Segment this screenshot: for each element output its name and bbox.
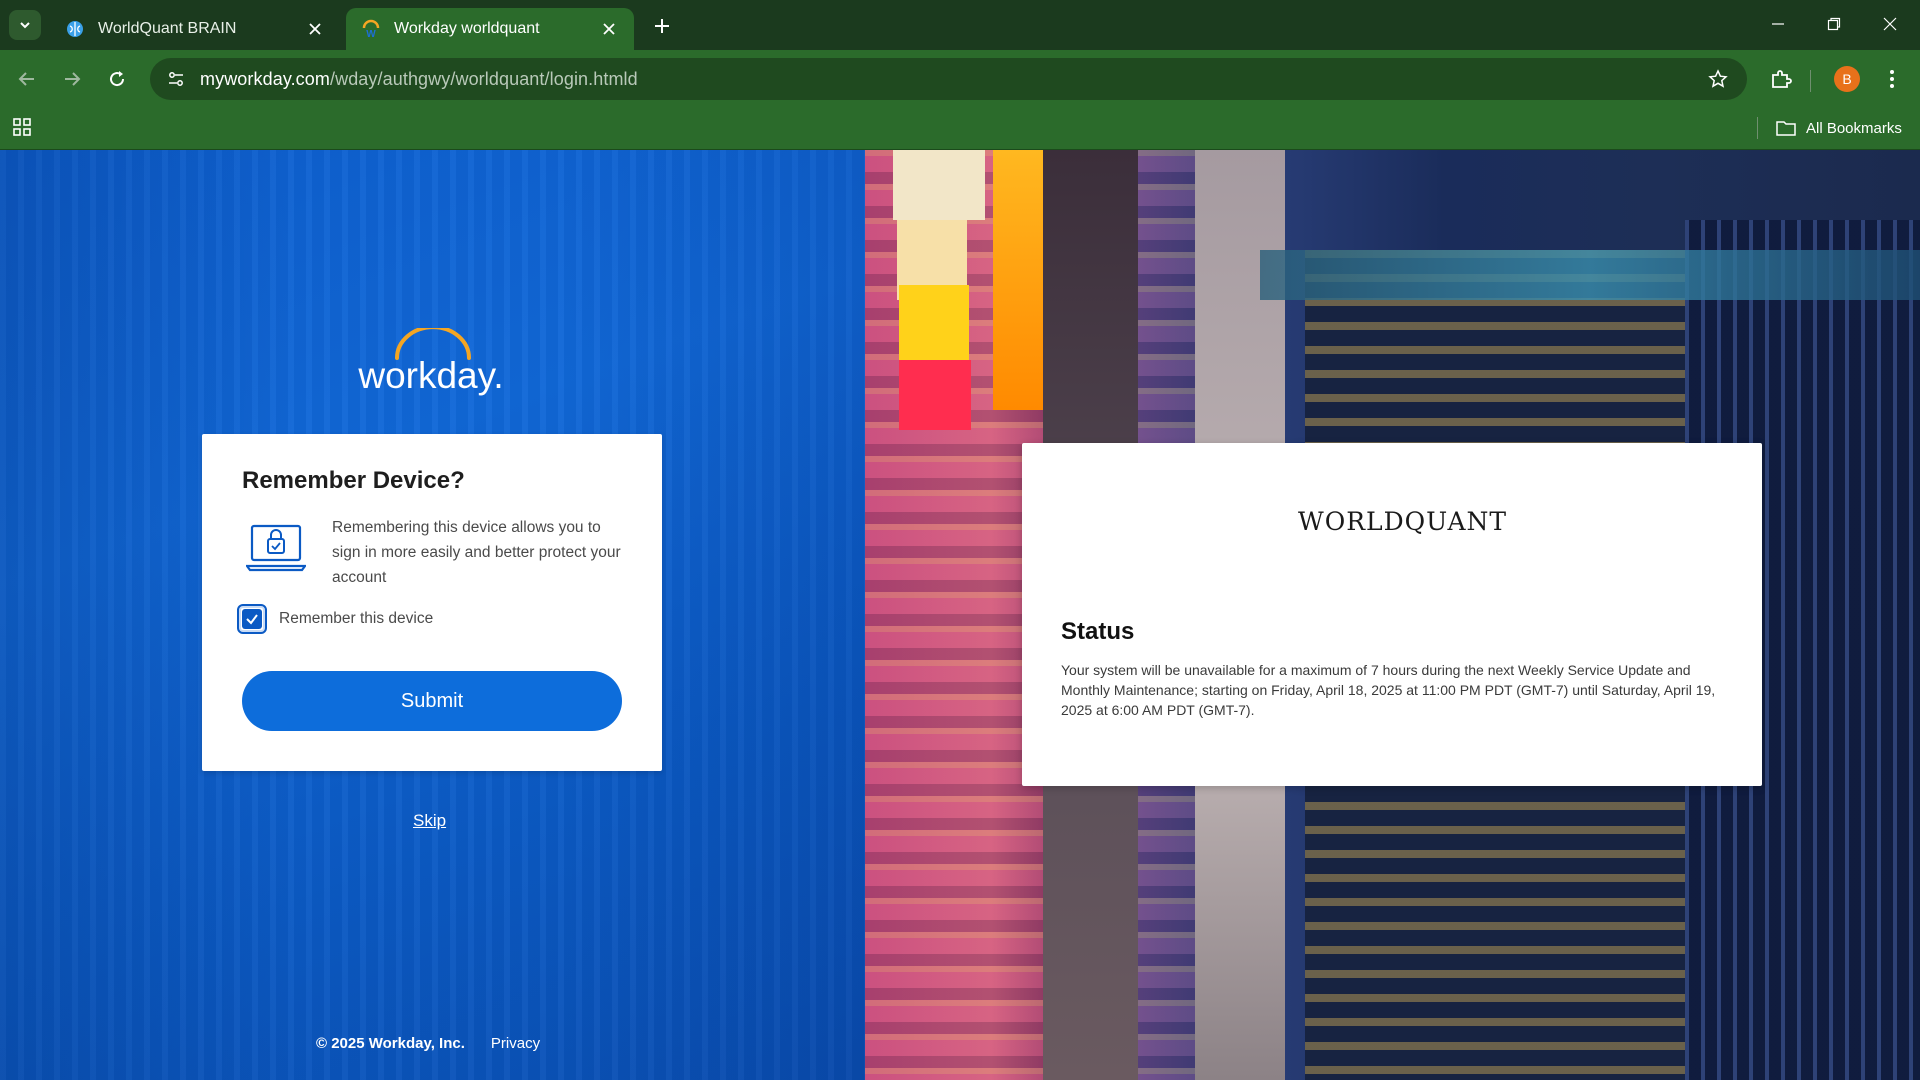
checkbox-checked [242, 609, 262, 629]
remember-device-label[interactable]: Remember this device [279, 610, 433, 628]
workday-icon: W [360, 18, 382, 40]
bookmarks-bar: All Bookmarks [0, 107, 1920, 150]
reload-icon [110, 71, 125, 87]
check-icon [246, 614, 258, 625]
tab-workday-worldquant[interactable]: W Workday worldquant [346, 8, 634, 50]
tab-search-button[interactable] [9, 10, 41, 40]
card-title: Remember Device? [242, 467, 465, 494]
close-icon[interactable] [598, 18, 620, 40]
url-path: /wday/authgwy/worldquant/login.htmld [330, 68, 638, 89]
billboard [899, 360, 971, 430]
workday-login-page: workday. Remember Device? Remembering th… [0, 150, 1920, 1080]
tab-strip: WorldQuant BRAIN W Workday worldquant [0, 0, 1920, 50]
puzzle-icon [1772, 70, 1792, 88]
browser-menu-button[interactable] [1878, 64, 1906, 94]
svg-text:W: W [366, 29, 376, 39]
workday-logo: workday. [357, 328, 504, 396]
privacy-link[interactable]: Privacy [491, 1035, 540, 1052]
profile-avatar[interactable]: B [1834, 66, 1860, 92]
address-bar[interactable]: myworkday.com/wday/authgwy/worldquant/lo… [150, 58, 1747, 100]
tab-title: WorldQuant BRAIN [98, 20, 237, 37]
status-message: Your system will be unavailable for a ma… [1061, 662, 1716, 718]
new-tab-button[interactable] [648, 12, 676, 40]
remember-device-card: Remember Device? Remembering this device… [202, 434, 662, 771]
worldquant-logo: WORLDQUANT [1298, 507, 1508, 536]
laptop-lock-icon [246, 524, 306, 572]
minimize-icon [1772, 23, 1784, 25]
url-text: myworkday.com/wday/authgwy/worldquant/lo… [200, 69, 638, 90]
bookmark-star-icon[interactable] [1703, 64, 1733, 94]
billboard [893, 150, 985, 220]
workday-logo-text: workday. [357, 355, 503, 396]
site-info-icon[interactable] [158, 61, 194, 97]
all-bookmarks-label: All Bookmarks [1806, 119, 1902, 137]
minimize-button[interactable] [1758, 10, 1798, 38]
copyright-text: © 2025 Workday, Inc. [316, 1035, 465, 1052]
url-domain: myworkday.com [200, 68, 330, 89]
arrow-left-icon [18, 72, 34, 86]
remember-device-option: Remember this device [237, 604, 433, 634]
close-icon[interactable] [304, 18, 326, 40]
more-vertical-icon [1890, 70, 1894, 88]
forward-button[interactable] [57, 64, 87, 94]
close-icon [1883, 17, 1897, 31]
tab-worldquant-brain[interactable]: WorldQuant BRAIN [50, 8, 340, 50]
billboard [993, 150, 1043, 410]
tab-title: Workday worldquant [394, 20, 540, 37]
status-title: Status [1061, 618, 1135, 645]
plus-icon [655, 19, 669, 33]
status-card: WORLDQUANT Status Your system will be un… [1022, 443, 1762, 786]
back-button[interactable] [12, 64, 42, 94]
login-panel-background: workday. Remember Device? Remembering th… [0, 150, 865, 1080]
all-bookmarks-button[interactable]: All Bookmarks [1776, 115, 1902, 141]
brain-icon [64, 18, 86, 40]
folder-icon [1776, 120, 1796, 136]
card-description: Remembering this device allows you to si… [332, 519, 621, 586]
window-close-button[interactable] [1870, 10, 1910, 38]
skip-link[interactable]: Skip [413, 811, 446, 831]
browser-toolbar: myworkday.com/wday/authgwy/worldquant/lo… [0, 50, 1920, 107]
toolbar-divider [1810, 70, 1811, 92]
bookmarks-divider [1757, 117, 1758, 139]
reload-button[interactable] [102, 64, 132, 94]
arrow-right-icon [65, 72, 81, 86]
footer: © 2025 Workday, Inc. Privacy [316, 1035, 540, 1052]
chevron-down-icon [20, 22, 30, 29]
remember-device-checkbox[interactable] [237, 604, 267, 634]
restore-button[interactable] [1814, 10, 1854, 38]
apps-grid-icon[interactable] [12, 117, 36, 141]
submit-button[interactable]: Submit [242, 671, 622, 731]
extensions-button[interactable] [1766, 64, 1796, 94]
restore-icon [1827, 17, 1841, 31]
rooftop [1260, 250, 1920, 300]
